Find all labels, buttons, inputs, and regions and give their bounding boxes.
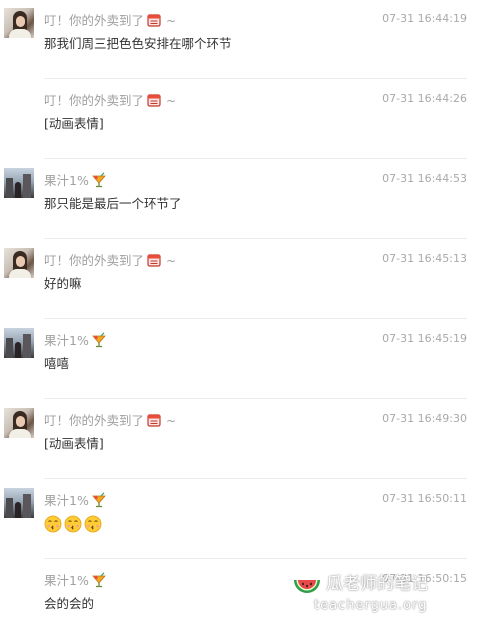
sender-name: 果汁1% [44, 492, 107, 508]
sender-name: 叮！你的外卖到了 ~ [44, 252, 176, 268]
watermark-title: 瓜老师的笔记 [326, 574, 428, 594]
sender-name-text: 叮！你的外卖到了 [44, 253, 145, 268]
sender-name: 果汁1% [44, 172, 107, 188]
nick-tilde: ~ [166, 254, 177, 268]
timestamp: 07-31 16:49:30 [382, 412, 467, 425]
timestamp: 07-31 16:45:13 [382, 252, 467, 265]
nick-tilde: ~ [166, 94, 177, 108]
watermelon-logo-icon [294, 580, 320, 593]
separator [44, 158, 467, 159]
sender-name: 叮！你的外卖到了 ~ [44, 92, 176, 108]
juice-cup-icon [91, 572, 107, 588]
watermark-url: teachergua.org [314, 598, 428, 613]
timestamp: 07-31 16:44:19 [382, 12, 467, 25]
sender-name-text: 果汁1% [44, 493, 89, 508]
sender-name: 果汁1% [44, 332, 107, 348]
timestamp: 07-31 16:44:26 [382, 92, 467, 105]
timestamp: 07-31 16:50:11 [382, 492, 467, 505]
juice-cup-icon [91, 172, 107, 188]
separator [44, 558, 467, 559]
avatar[interactable] [4, 488, 34, 518]
nick-tilde: ~ [166, 414, 177, 428]
sender-name-text: 叮！你的外卖到了 [44, 413, 145, 428]
sender-name: 叮！你的外卖到了 ~ [44, 12, 176, 28]
timestamp: 07-31 16:44:53 [382, 172, 467, 185]
separator [44, 318, 467, 319]
takeout-box-icon [146, 12, 162, 28]
message-text: [动画表情] [44, 436, 104, 451]
juice-cup-icon [91, 332, 107, 348]
sender-name-text: 叮！你的外卖到了 [44, 13, 145, 28]
takeout-box-icon [146, 412, 162, 428]
avatar[interactable] [4, 328, 34, 358]
sender-name-text: 果汁1% [44, 573, 89, 588]
sender-name: 叮！你的外卖到了 ~ [44, 412, 176, 428]
message-text: [动画表情] [44, 116, 104, 131]
message-text: 好的嘛 [44, 276, 82, 291]
timestamp: 07-31 16:45:19 [382, 332, 467, 345]
sender-name: 果汁1% [44, 572, 107, 588]
kissing-face-emoji-icon [64, 515, 82, 533]
sender-name-text: 叮！你的外卖到了 [44, 93, 145, 108]
separator [44, 238, 467, 239]
kissing-face-emoji-icon [84, 515, 102, 533]
juice-cup-icon [91, 492, 107, 508]
message-text: 嘻嘻 [44, 356, 70, 371]
message-text: 会的会的 [44, 596, 95, 611]
avatar[interactable] [4, 248, 34, 278]
kissing-face-emoji-icon [44, 515, 62, 533]
message-item: 果汁1% 07-31 16:50:11 [0, 480, 479, 560]
message-item: 叮！你的外卖到了 ~ 07-31 16:44:26 [动画表情] [0, 80, 479, 160]
separator [44, 78, 467, 79]
avatar[interactable] [4, 408, 34, 438]
message-item: 叮！你的外卖到了 ~ 07-31 16:49:30 [动画表情] [0, 400, 479, 480]
avatar[interactable] [4, 8, 34, 38]
message-text: 那我们周三把色色安排在哪个环节 [44, 36, 232, 51]
sender-name-text: 果汁1% [44, 173, 89, 188]
message-text: 那只能是最后一个环节了 [44, 196, 182, 211]
message-emojis [44, 515, 104, 533]
message-item: 果汁1% 07-31 16:45:19 嘻嘻 [0, 320, 479, 400]
takeout-box-icon [146, 252, 162, 268]
avatar[interactable] [4, 168, 34, 198]
watermark: 瓜老师的笔记 teachergua.org [292, 570, 472, 616]
separator [44, 398, 467, 399]
message-item: 叮！你的外卖到了 ~ 07-31 16:44:19 那我们周三把色色安排在哪个环节 [0, 0, 479, 80]
nick-tilde: ~ [166, 14, 177, 28]
message-item: 果汁1% 07-31 16:44:53 那只能是最后一个环节了 [0, 160, 479, 240]
sender-name-text: 果汁1% [44, 333, 89, 348]
separator [44, 478, 467, 479]
message-item: 叮！你的外卖到了 ~ 07-31 16:45:13 好的嘛 [0, 240, 479, 320]
takeout-box-icon [146, 92, 162, 108]
